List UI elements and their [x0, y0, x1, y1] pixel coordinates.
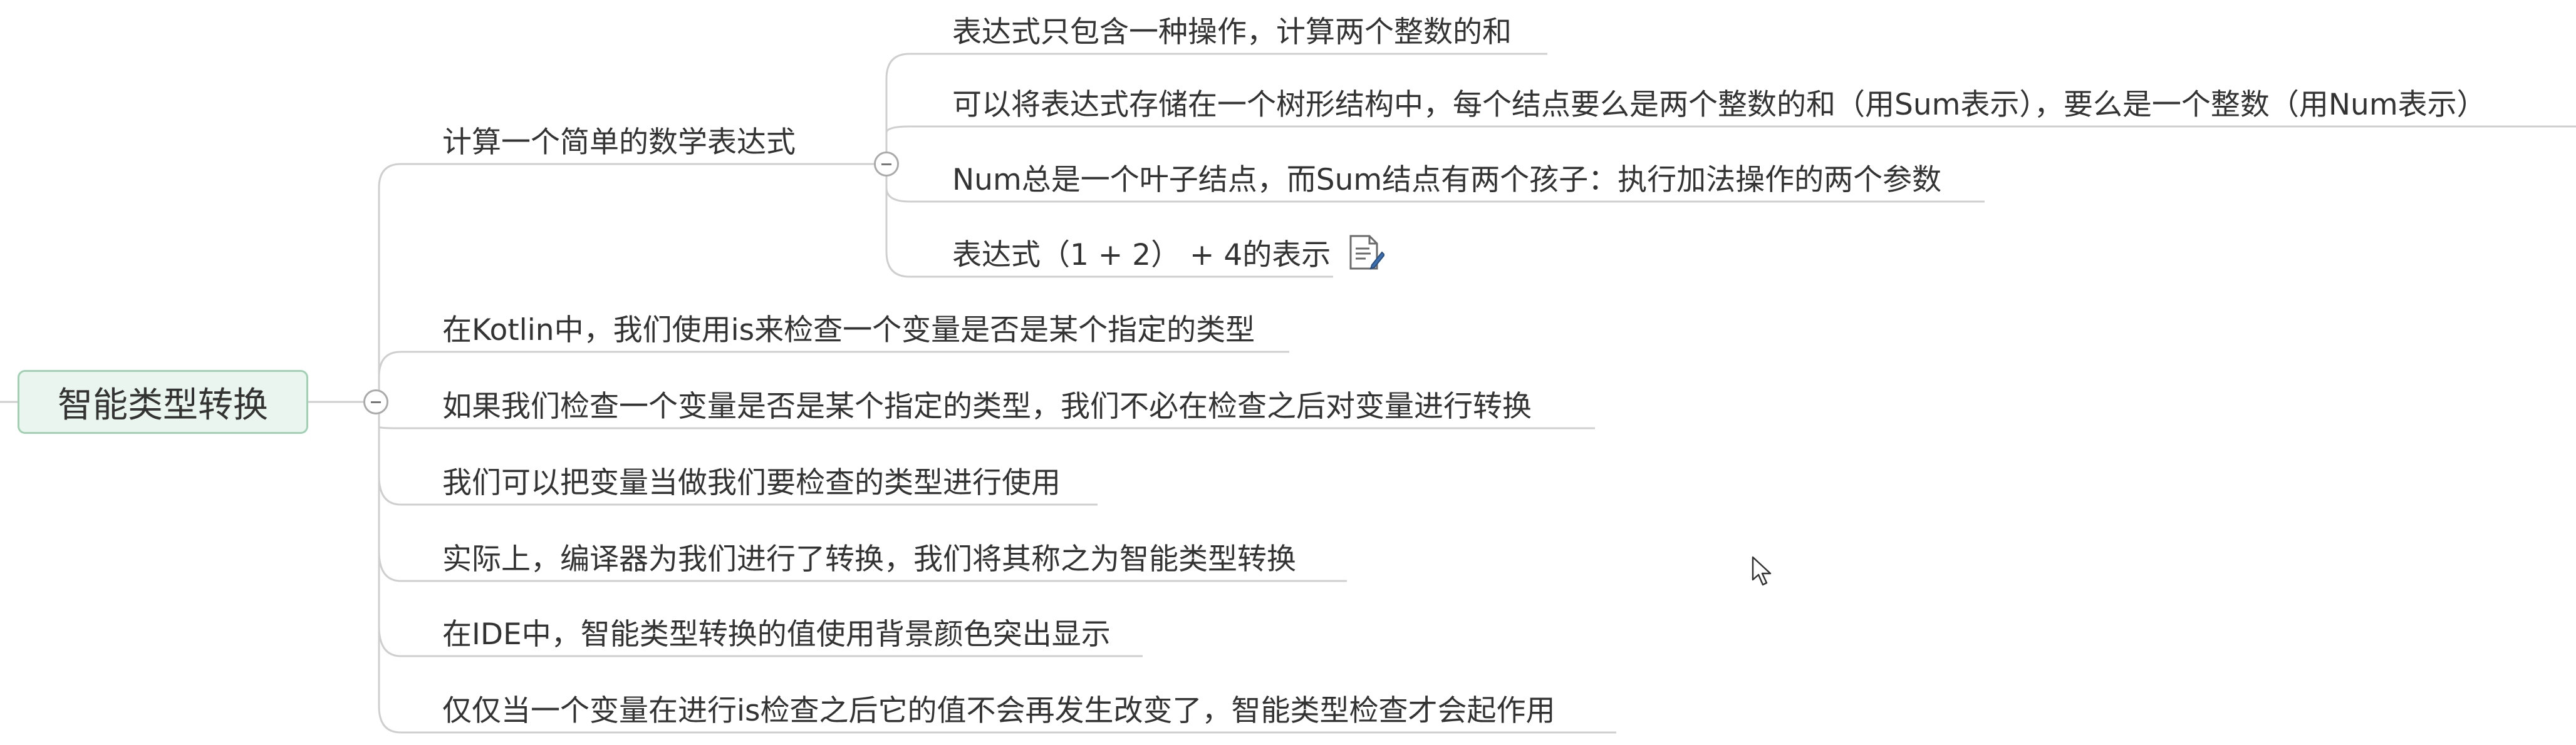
branch-label-5[interactable]: 实际上，编译器为我们进行了转换，我们将其称之为智能类型转换: [442, 541, 1296, 578]
branch-label-4[interactable]: 我们可以把变量当做我们要检查的类型进行使用: [442, 465, 1061, 502]
root-topic[interactable]: 智能类型转换: [18, 370, 308, 434]
edge-branch-2: [378, 351, 402, 378]
branch-label-3[interactable]: 如果我们检查一个变量是否是某个指定的类型，我们不必在检查之后对变量进行转换: [442, 388, 1532, 426]
child-label-2[interactable]: 可以将表达式存储在一个树形结构中，每个结点要么是两个整数的和（用Sum表示），要…: [952, 86, 2486, 124]
note-icon[interactable]: [1347, 234, 1384, 272]
collapse-minus-icon[interactable]: [874, 152, 899, 177]
collapse-minus-icon[interactable]: [363, 389, 388, 414]
child-label-1[interactable]: 表达式只包含一种操作，计算两个整数的和: [952, 14, 1512, 51]
branch-label-1[interactable]: 计算一个简单的数学表达式: [442, 124, 796, 162]
edge-branch-6: [378, 625, 402, 657]
edge-branch-3: [378, 426, 402, 429]
sub-trunk-down: [885, 164, 910, 278]
child-label-3[interactable]: Num总是一个叶子结点，而Sum结点有两个孩子：执行加法操作的两个参数: [952, 162, 1941, 199]
child-label-4[interactable]: 表达式（1 + 2） + 4的表示: [952, 237, 1331, 274]
edge-child-2: [885, 125, 910, 152]
mouse-cursor-icon: [1752, 556, 1772, 586]
sub-trunk-up: [885, 53, 910, 164]
edge-branch-4: [378, 475, 402, 506]
root-topic-label: 智能类型转换: [58, 384, 268, 426]
edge-branch-5: [378, 550, 402, 582]
edge-child-3: [885, 177, 910, 203]
branch-label-7[interactable]: 仅仅当一个变量在进行is检查之后它的值不会再发生改变了，智能类型检查才会起作用: [442, 692, 1555, 730]
branch-label-6[interactable]: 在IDE中，智能类型转换的值使用背景颜色突出显示: [442, 616, 1111, 654]
branch-label-2[interactable]: 在Kotlin中，我们使用is来检查一个变量是否是某个指定的类型: [442, 312, 1255, 349]
